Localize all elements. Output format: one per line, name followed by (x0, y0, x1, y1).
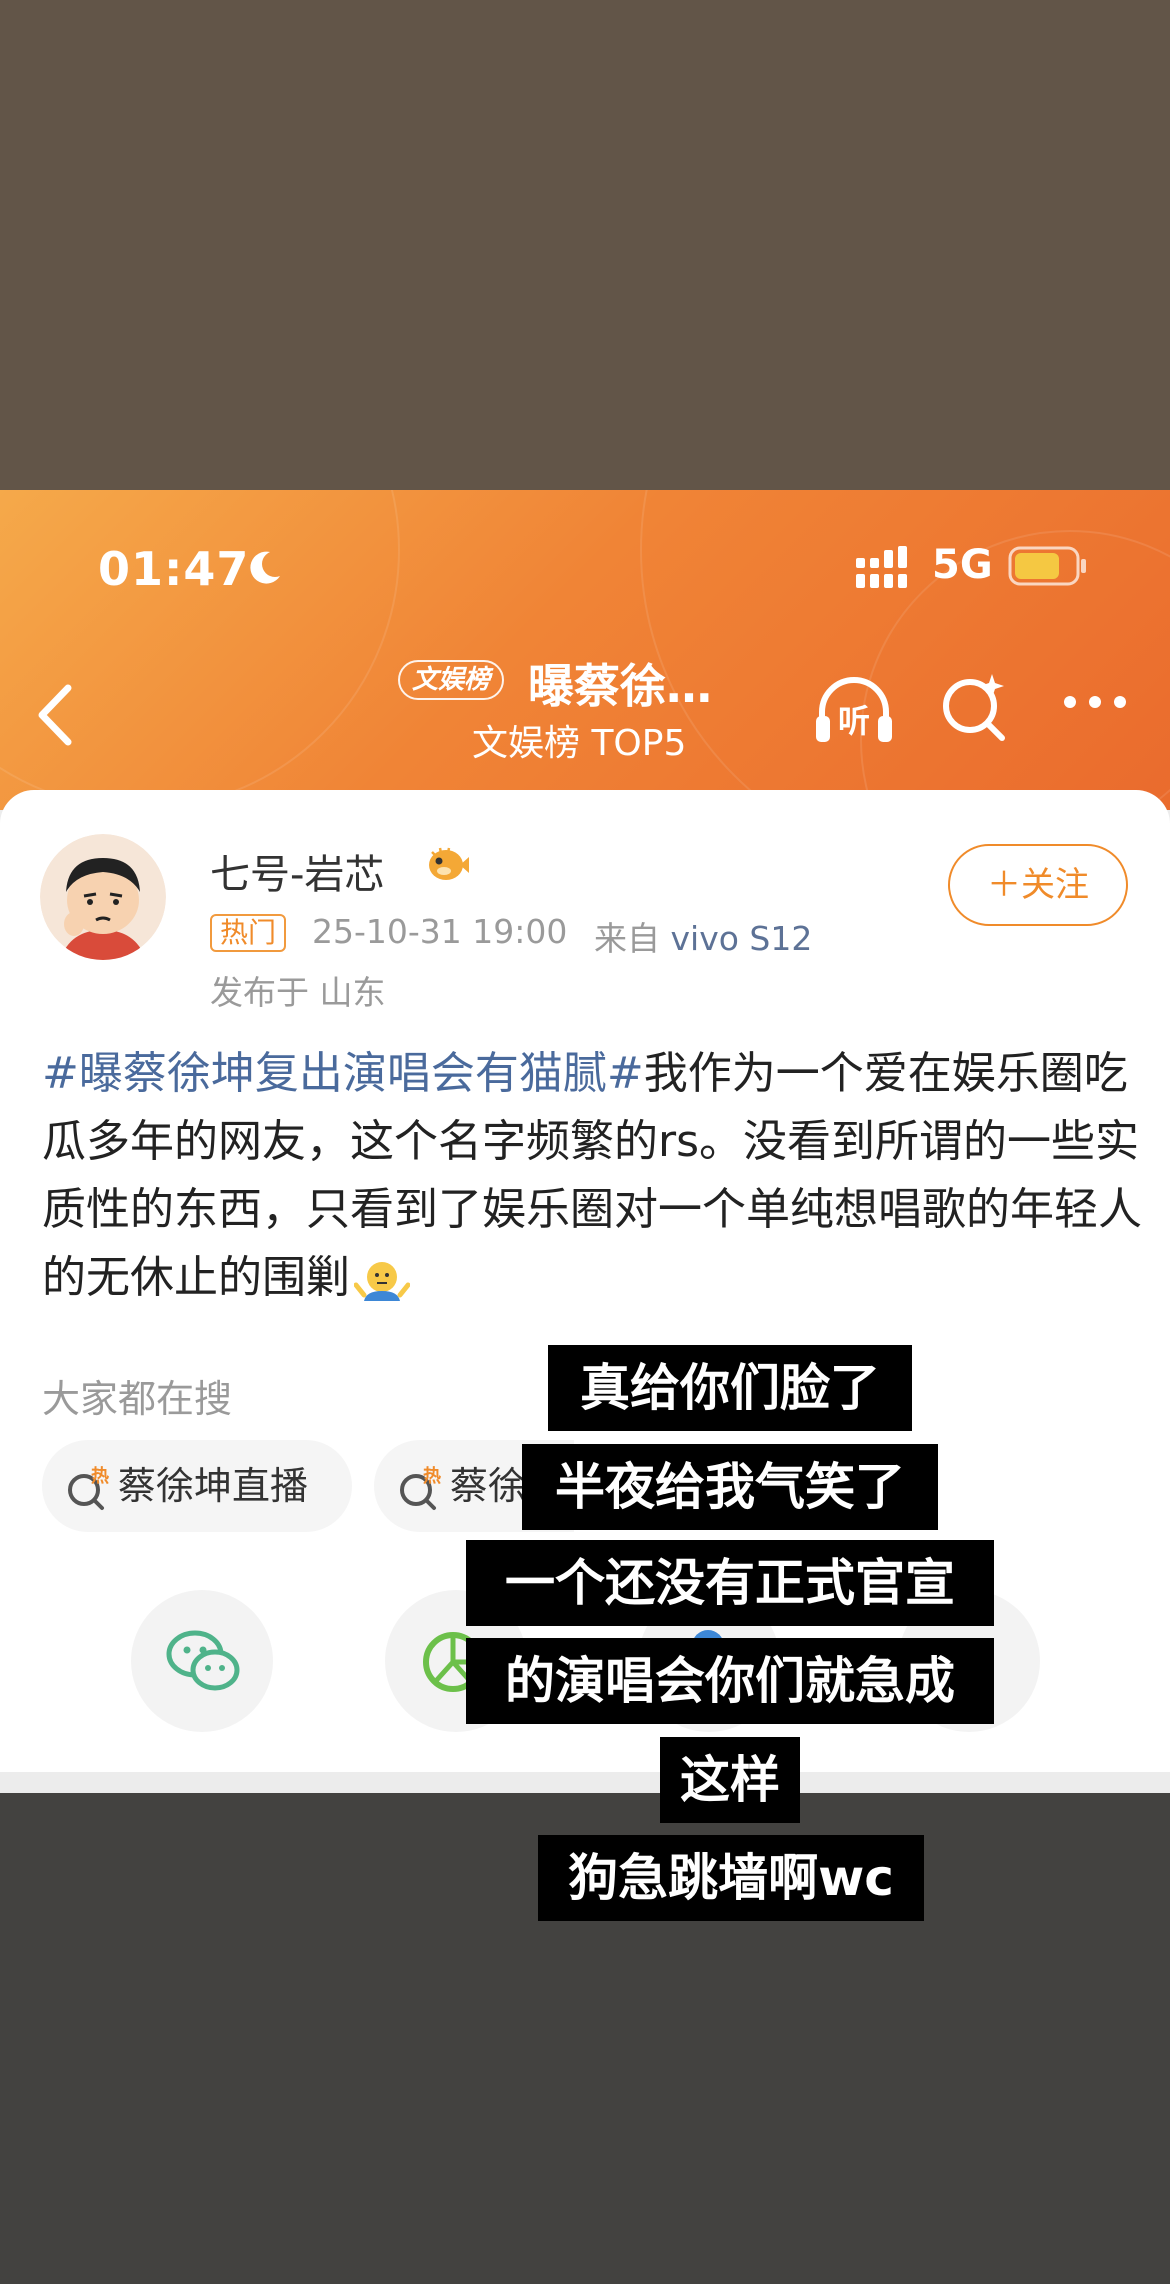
source-device[interactable]: vivo S12 (671, 919, 813, 958)
post-location: 发布于 山东 (210, 973, 386, 1012)
header-banner: 01:47 5G 文娱榜 曝蔡徐… 文娱榜 TOP5 听 (0, 490, 1170, 810)
post-time: 25-10-31 19:00 (312, 912, 568, 951)
headphones-icon[interactable]: 听 (812, 672, 896, 748)
post-body: #曝蔡徐坤复出演唱会有猫腻#我作为一个爱在娱乐圈吃瓜多年的网友，这个名字频繁的r… (42, 1040, 1142, 1312)
hot-tag: 热门 (210, 914, 287, 952)
share-moments-button[interactable] (385, 1590, 527, 1732)
hot-mark: 热 (91, 1465, 109, 1487)
back-icon[interactable] (30, 680, 80, 750)
pill-label: 蔡徐坤直播 (118, 1464, 309, 1508)
topic-subtitle: 文娱榜 TOP5 (472, 723, 687, 764)
pufferfish-badge-icon (429, 847, 469, 880)
hot-search-icon: 热 (400, 1465, 441, 1510)
pill-label: 蔡徐 (450, 1464, 527, 1508)
trending-search-title: 大家都在搜 (42, 1377, 233, 1421)
avatar[interactable] (40, 834, 166, 960)
moon-icon (250, 551, 280, 584)
wechat-icon (166, 1630, 240, 1691)
username[interactable]: 七号-岩芯 (210, 842, 384, 900)
shrug-emoji-icon (354, 1262, 410, 1301)
topic-title[interactable]: 曝蔡徐… (528, 650, 712, 716)
nav-bar: 文娱榜 曝蔡徐… 文娱榜 TOP5 听 (0, 630, 1170, 810)
share-icon-3 (692, 1630, 724, 1662)
more-icon[interactable] (1062, 694, 1128, 710)
source-prefix: 来自 (594, 919, 660, 958)
signal-icon (856, 546, 907, 588)
post-hashtag[interactable]: #曝蔡徐坤复出演唱会有猫腻# (42, 1048, 644, 1099)
share-button-3[interactable] (638, 1590, 780, 1732)
status-bar: 01:47 5G (0, 490, 1170, 630)
network-type: 5G (932, 542, 993, 588)
share-button-4[interactable] (898, 1590, 1040, 1732)
post-source: 来自 vivo S12 (594, 912, 812, 960)
follow-button[interactable]: ＋关注 (948, 844, 1128, 926)
share-wechat-button[interactable] (131, 1590, 273, 1732)
share-icon-4 (960, 1642, 988, 1670)
topic-badge: 文娱榜 (398, 660, 505, 700)
hot-search-icon: 热 (68, 1465, 109, 1510)
post-card: 七号-岩芯 热门 25-10-31 19:00 来自 vivo S12 发布于 … (0, 790, 1170, 1772)
trending-search-pill[interactable]: 热 蔡徐坤直播 (42, 1440, 352, 1532)
phone-screenshot: 01:47 5G 文娱榜 曝蔡徐… 文娱榜 TOP5 听 七号-岩芯 热门 25… (0, 490, 1170, 1793)
trending-search-pill[interactable]: 热 蔡徐 (374, 1440, 574, 1532)
search-spark-icon[interactable] (940, 670, 1010, 746)
bottom-background (0, 1793, 1170, 2284)
status-time: 01:47 (98, 542, 250, 596)
listen-label: 听 (838, 702, 870, 740)
hot-mark: 热 (423, 1465, 441, 1487)
battery-icon (1008, 546, 1086, 586)
moments-icon (423, 1632, 483, 1692)
